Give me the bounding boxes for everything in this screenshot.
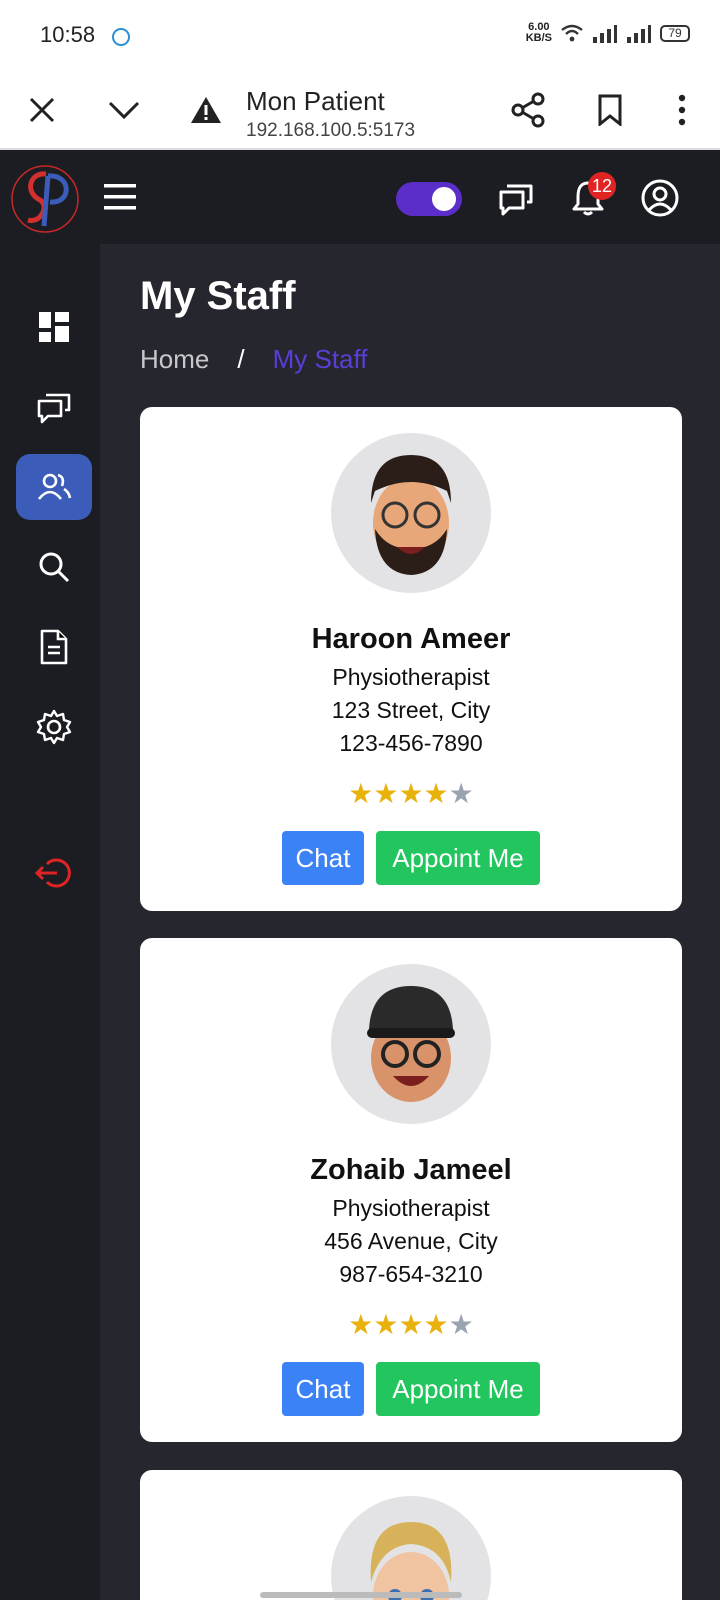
breadcrumb-home[interactable]: Home [140,344,209,375]
address-url[interactable]: 192.168.100.5:5173 [246,120,415,142]
avatar [331,964,491,1124]
sidebar-item-dashboard[interactable] [16,294,92,360]
rating-stars: ★★★★★ [140,1308,682,1341]
staff-name: Zohaib Jameel [310,1154,512,1186]
sidebar-item-documents[interactable] [16,614,92,680]
toggle-knob [432,187,456,211]
warning-icon[interactable] [182,86,230,134]
breadcrumb-current: My Staff [272,344,368,374]
main-content: My Staff Home / My Staff Haroon Ameer Ph… [100,244,720,1600]
chat-button[interactable]: Chat [282,1362,364,1416]
wifi-icon [561,24,583,42]
account-icon[interactable] [636,174,684,222]
star-icon: ★ [348,778,374,809]
signal-icon-2 [627,25,651,43]
theme-toggle[interactable] [396,182,462,216]
star-icon: ★ [423,778,449,809]
notification-badge: 12 [588,172,616,200]
star-empty-icon: ★ [448,778,474,809]
app-logo[interactable] [10,164,80,234]
sidebar-item-settings[interactable] [16,694,92,760]
document-icon [40,629,68,665]
chat-button[interactable]: Chat [282,831,364,885]
star-icon: ★ [373,778,399,809]
star-empty-icon: ★ [448,1309,474,1340]
staff-phone: 123-456-7890 [339,730,483,756]
gesture-bar [260,1592,462,1598]
page-title: My Staff [140,274,296,318]
sidebar-item-search[interactable] [16,534,92,600]
dashboard-icon [39,312,69,342]
status-time: 10:58 [40,22,96,47]
star-icon: ★ [398,778,424,809]
appoint-button[interactable]: Appoint Me [376,1362,540,1416]
status-bar: 10:58 6.00 KB/S 79 [0,0,720,72]
chat-icon [37,393,71,424]
app-notification-icon [112,28,130,46]
sidebar-item-logout[interactable] [16,840,92,906]
logout-icon [35,858,71,888]
avatar [331,433,491,593]
bookmark-icon[interactable] [586,86,634,134]
breadcrumb-separator: / [237,344,245,374]
staff-phone: 987-654-3210 [339,1261,483,1287]
share-icon[interactable] [504,86,552,134]
status-indicators: 6.00 KB/S 79 [526,22,690,44]
messages-icon[interactable] [492,174,540,222]
star-icon: ★ [423,1309,449,1340]
staff-role: Physiotherapist [332,1195,490,1221]
star-icon: ★ [373,1309,399,1340]
rating-stars: ★★★★★ [140,777,682,810]
star-icon: ★ [348,1309,374,1340]
staff-card: Zohaib Jameel Physiotherapist 456 Avenue… [140,938,682,1442]
avatar [331,1496,491,1600]
staff-address: 123 Street, City [331,697,491,723]
network-speed-unit: KB/S [525,32,552,44]
chevron-down-icon[interactable] [100,86,148,134]
gear-icon [36,709,72,745]
search-icon [39,552,70,583]
staff-card [140,1470,682,1600]
staff-name: Haroon Ameer [311,623,511,655]
menu-icon[interactable] [100,180,140,214]
sidebar-item-staff[interactable] [16,454,92,520]
more-options-icon[interactable] [658,86,706,134]
staff-address: 456 Avenue, City [324,1228,498,1254]
battery-icon: 79 [660,24,690,42]
close-icon[interactable] [18,86,66,134]
app-header [0,150,720,244]
sidebar-item-chat[interactable] [16,374,92,440]
signal-icon [593,25,617,43]
appoint-button[interactable]: Appoint Me [376,831,540,885]
page-tab-title: Mon Patient [246,86,385,116]
network-speed: 6.00 KB/S [526,22,552,44]
star-icon: ★ [398,1309,424,1340]
staff-role: Physiotherapist [332,664,490,690]
sidebar [0,244,100,1600]
browser-toolbar: Mon Patient 192.168.100.5:5173 [0,72,720,150]
staff-card: Haroon Ameer Physiotherapist 123 Street,… [140,407,682,911]
users-icon [37,473,72,500]
breadcrumb: Home / My Staff [140,344,367,375]
